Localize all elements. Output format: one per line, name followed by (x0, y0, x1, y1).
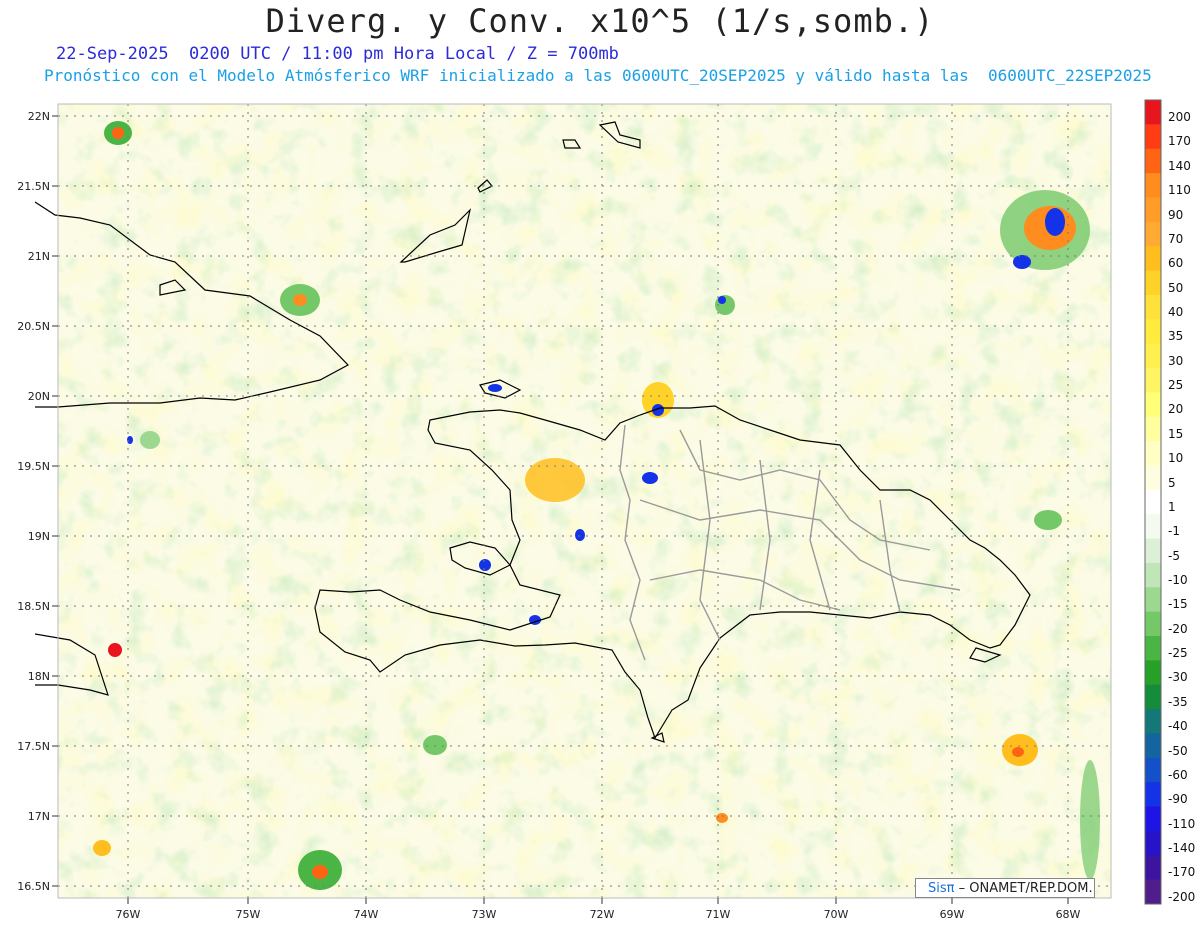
colorbar-label: -10 (1168, 572, 1188, 587)
colorbar-swatch (1145, 855, 1161, 881)
colorbar-label: -25 (1168, 646, 1188, 661)
colorbar-swatch (1145, 246, 1161, 272)
credit-box: Sisπ – ONAMET/REP.DOM. (915, 878, 1095, 898)
forecast-map: 22N 21.5N 21N 20.5N 20N 19.5N 19N 18.5N … (17, 99, 1162, 921)
longitude-labels: 76W 75W 74W 73W 72W 71W 70W 69W 68W (116, 908, 1081, 921)
lon-label: 71W (706, 908, 731, 921)
colorbar-label: -15 (1168, 597, 1188, 612)
colorbar-swatch (1145, 441, 1161, 466)
colorbar-swatch (1145, 392, 1161, 418)
colorbar-swatch (1145, 100, 1161, 125)
lon-label: 70W (824, 908, 849, 921)
lon-label: 73W (472, 908, 497, 921)
colorbar-label: 50 (1168, 280, 1184, 295)
colorbar-label: -170 (1168, 865, 1196, 880)
colorbar-swatch (1145, 538, 1161, 564)
colorbar-label: 35 (1168, 329, 1184, 344)
colorbar-label: -35 (1168, 694, 1188, 709)
lat-label: 19.5N (17, 460, 50, 473)
colorbar-label: -40 (1168, 719, 1188, 734)
colorbar (1144, 99, 1162, 905)
lon-label: 74W (354, 908, 379, 921)
colorbar-label: -1 (1168, 524, 1180, 539)
colorbar-swatch (1145, 757, 1161, 783)
colorbar-label: -140 (1168, 840, 1196, 855)
colorbar-swatch (1145, 173, 1161, 198)
colorbar-swatch (1145, 148, 1161, 174)
colorbar-swatch (1145, 124, 1161, 150)
colorbar-swatch (1145, 562, 1161, 588)
colorbar-swatch (1145, 416, 1161, 442)
colorbar-label: -110 (1168, 816, 1196, 831)
colorbar-swatch (1145, 611, 1161, 637)
colorbar-label: -90 (1168, 792, 1188, 807)
colorbar-swatch (1145, 368, 1161, 393)
lat-label: 21.5N (17, 180, 50, 193)
colorbar-swatch (1145, 270, 1161, 296)
lat-label: 19N (28, 530, 50, 543)
colorbar-swatch (1145, 319, 1161, 345)
colorbar-swatch (1145, 489, 1161, 515)
colorbar-swatch (1145, 709, 1161, 734)
lat-label: 22N (28, 110, 50, 123)
colorbar-swatch (1145, 587, 1161, 613)
colorbar-label: -5 (1168, 548, 1180, 563)
colorbar-swatch (1145, 221, 1161, 247)
colorbar-swatch (1145, 343, 1161, 369)
credit-text: – ONAMET/REP.DOM. (958, 881, 1093, 896)
colorbar-label: 30 (1168, 353, 1184, 368)
colorbar-label: 5 (1168, 475, 1176, 490)
lon-label: 72W (590, 908, 615, 921)
lat-label: 17N (28, 810, 50, 823)
colorbar-label: 170 (1168, 134, 1191, 149)
colorbar-label: 70 (1168, 231, 1184, 246)
colorbar-label: 60 (1168, 256, 1184, 271)
lat-label: 18.5N (17, 600, 50, 613)
colorbar-label: 15 (1168, 426, 1184, 441)
lat-label: 18N (28, 670, 50, 683)
lon-label: 75W (236, 908, 261, 921)
colorbar-label: -60 (1168, 767, 1188, 782)
sispi-logo-text: Sisπ (928, 881, 955, 896)
lat-label: 16.5N (17, 880, 50, 893)
colorbar-label: 25 (1168, 378, 1184, 393)
lat-label: 20.5N (17, 320, 50, 333)
colorbar-label: 40 (1168, 304, 1184, 319)
colorbar-label: -20 (1168, 621, 1188, 636)
colorbar-swatch (1145, 660, 1161, 686)
lon-label: 76W (116, 908, 141, 921)
lon-label: 69W (940, 908, 965, 921)
colorbar-swatch (1145, 684, 1161, 710)
colorbar-swatch (1145, 879, 1161, 905)
colorbar-swatch (1145, 197, 1161, 223)
colorbar-label: 1 (1168, 499, 1176, 514)
lon-label: 68W (1056, 908, 1081, 921)
colorbar-swatch (1145, 782, 1161, 808)
colorbar-label: -30 (1168, 670, 1188, 685)
colorbar-swatch (1145, 294, 1161, 320)
colorbar-label: -50 (1168, 743, 1188, 758)
colorbar-swatch (1145, 733, 1161, 759)
colorbar-swatch (1145, 806, 1161, 832)
colorbar-label: 90 (1168, 207, 1184, 222)
colorbar-swatch (1145, 830, 1161, 856)
colorbar-label: 110 (1168, 183, 1191, 198)
lat-label: 17.5N (17, 740, 50, 753)
lat-label: 20N (28, 390, 50, 403)
colorbar-swatch (1145, 636, 1161, 661)
colorbar-label: 20 (1168, 402, 1184, 417)
colorbar-swatch (1145, 514, 1161, 540)
colorbar-label: 140 (1168, 158, 1191, 173)
colorbar-label: 200 (1168, 110, 1191, 125)
colorbar-label: -200 (1168, 889, 1196, 904)
colorbar-swatch (1145, 465, 1161, 491)
latitude-labels: 22N 21.5N 21N 20.5N 20N 19.5N 19N 18.5N … (17, 110, 50, 893)
colorbar-label: 10 (1168, 451, 1184, 466)
lat-label: 21N (28, 250, 50, 263)
field-shading (58, 104, 1111, 898)
